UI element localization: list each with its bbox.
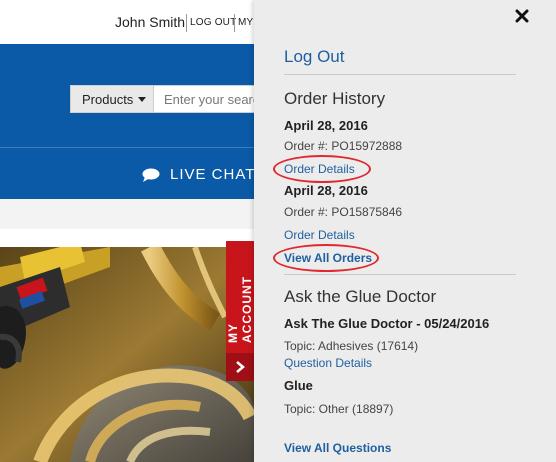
- top-logout-link[interactable]: LOG OUT: [190, 17, 236, 28]
- question-title: Ask The Glue Doctor - 05/24/2016: [284, 316, 490, 331]
- live-chat-button[interactable]: LIVE CHAT: [142, 166, 255, 183]
- order-details-link[interactable]: Order Details: [284, 228, 355, 242]
- panel-divider: [284, 74, 516, 75]
- chevron-right-icon[interactable]: [226, 353, 254, 381]
- view-all-questions-link[interactable]: View All Questions: [284, 441, 391, 455]
- account-panel: Log Out Order History April 28, 2016 Ord…: [254, 0, 556, 462]
- question-topic: Topic: Other (18897): [284, 402, 394, 416]
- panel-divider: [284, 274, 516, 275]
- close-button[interactable]: [512, 6, 532, 26]
- my-account-tab-label: MY ACCOUNT: [226, 276, 254, 343]
- panel-logout-link[interactable]: Log Out: [284, 47, 345, 67]
- view-all-orders-link[interactable]: View All Orders: [284, 251, 372, 265]
- order-number: Order #: PO15972888: [284, 139, 403, 153]
- question-details-link[interactable]: Question Details: [284, 356, 372, 370]
- order-details-link[interactable]: Order Details: [284, 162, 355, 176]
- divider: [186, 14, 187, 32]
- close-icon: [515, 9, 529, 23]
- products-dropdown-label: Products: [82, 91, 134, 107]
- glue-dispenser-image: [0, 247, 256, 462]
- top-my-account-link[interactable]: MY: [238, 17, 253, 28]
- glue-doctor-title: Ask the Glue Doctor: [284, 287, 437, 306]
- caret-down-icon: [138, 96, 147, 102]
- order-date: April 28, 2016: [284, 118, 368, 133]
- hero-image: [0, 247, 256, 462]
- question-topic: Topic: Adhesives (17614): [284, 339, 419, 353]
- products-dropdown[interactable]: Products: [70, 85, 154, 113]
- live-chat-label: LIVE CHAT: [170, 166, 256, 183]
- question-title: Glue: [284, 378, 313, 393]
- user-name: John Smith: [115, 14, 186, 30]
- order-number: Order #: PO15875846: [284, 205, 403, 219]
- order-history-title: Order History: [284, 89, 386, 108]
- chat-bubble-icon: [142, 168, 160, 182]
- divider: [234, 14, 235, 32]
- order-date: April 28, 2016: [284, 183, 368, 198]
- my-account-tab[interactable]: MY ACCOUNT: [226, 241, 254, 381]
